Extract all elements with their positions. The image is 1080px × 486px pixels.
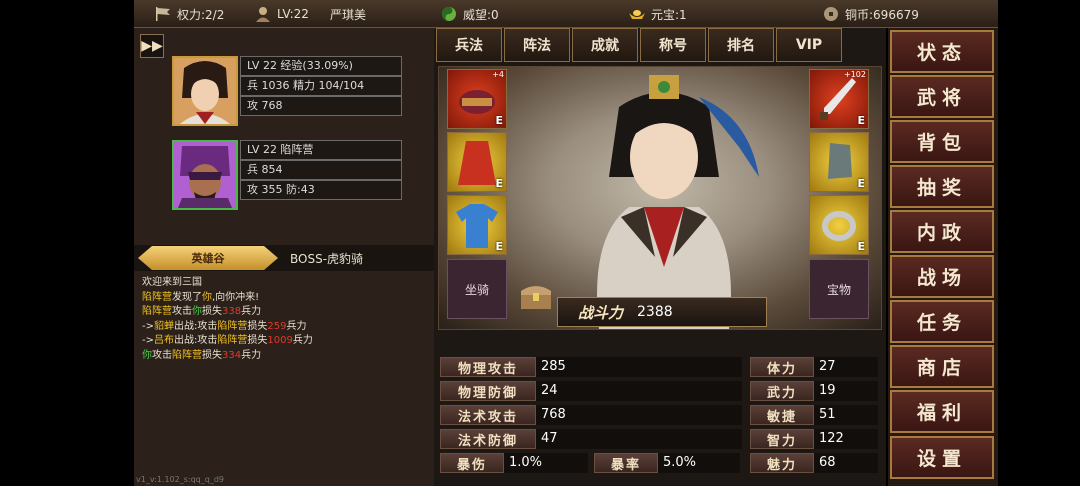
- mount-slot[interactable]: 坐骑: [447, 259, 507, 319]
- log-line: ->吕布出战:攻击陷阵营损失1009兵力: [142, 335, 313, 346]
- stat-force: 武力 19: [750, 380, 878, 402]
- stat-stamina: 体力 27: [750, 356, 878, 378]
- stat-agility: 敏捷 51: [750, 404, 878, 426]
- tab-vip[interactable]: VIP: [776, 28, 842, 62]
- power-text: 权力:2/2: [177, 7, 225, 22]
- log-line: 陷阵营发现了你,向你冲来!: [142, 291, 260, 303]
- enemy-level-name: LV 22 陷阵营: [240, 140, 402, 160]
- enemy-troops: 兵 854: [240, 160, 402, 180]
- enemy-card[interactable]: LV 22 陷阵营 兵 854 攻 355 防:43: [172, 140, 402, 210]
- combat-power: 战斗力 2388: [557, 297, 767, 327]
- gold-ingot-icon: [628, 5, 646, 23]
- gauntlet-slot[interactable]: E: [809, 132, 869, 192]
- treasure-chest-icon[interactable]: [519, 281, 553, 311]
- avatar-icon: [254, 5, 272, 23]
- log-line: ->貂蝉出战:攻击陷阵营损失259兵力: [142, 320, 307, 332]
- area-tab-bar: 英雄谷 BOSS-虎豹骑: [134, 245, 434, 271]
- center-panel: 兵法 阵法 成就 称号 排名 VIP +4 E E E 坐骑 +102 E E …: [434, 28, 886, 486]
- menu-lottery-button[interactable]: 抽奖: [890, 165, 994, 208]
- menu-welfare-button[interactable]: 福利: [890, 390, 994, 433]
- hero-stage: +4 E E E 坐骑 +102 E E E 宝物 战斗力 2388: [438, 66, 882, 330]
- main-menu: 状态 武将 背包 抽奖 内政 战场 任务 商店 福利 设置: [888, 28, 998, 486]
- tab-achievement[interactable]: 成就: [572, 28, 638, 62]
- fast-forward-button[interactable]: ▶▶: [140, 34, 164, 58]
- copper-text: 铜币:696679: [845, 7, 919, 22]
- hero-card-main[interactable]: LV 22 经验(33.09%) 兵 1036 精力 104/104 攻 768: [172, 56, 402, 126]
- helmet-slot[interactable]: +4 E: [447, 69, 507, 129]
- level-text: LV:22: [277, 7, 309, 21]
- menu-domestic-button[interactable]: 内政: [890, 210, 994, 253]
- hero-troops-energy: 兵 1036 精力 104/104: [240, 76, 402, 96]
- tab-boss[interactable]: BOSS-虎豹骑: [290, 250, 363, 267]
- tab-hero-valley[interactable]: 英雄谷: [138, 246, 278, 270]
- copper-stat: 铜币:696679: [822, 5, 919, 23]
- power-stat: 权力:2/2: [154, 5, 224, 23]
- coin-icon: [822, 5, 840, 23]
- armor-slot[interactable]: E: [447, 195, 507, 255]
- tab-formation[interactable]: 阵法: [504, 28, 570, 62]
- left-letterbox: [0, 0, 134, 486]
- flag-icon: [154, 5, 172, 23]
- stat-charm: 魅力 68: [750, 452, 878, 474]
- menu-status-button[interactable]: 状态: [890, 30, 994, 73]
- stat-mag-def: 法术防御 47: [440, 428, 742, 450]
- stat-mag-atk: 法术攻击 768: [440, 404, 742, 426]
- ingot-stat: 元宝:1: [628, 5, 687, 23]
- prestige-text: 威望:0: [463, 7, 499, 22]
- ingot-text: 元宝:1: [651, 7, 687, 22]
- hero-info: LV 22 经验(33.09%) 兵 1036 精力 104/104 攻 768: [240, 56, 402, 116]
- status-bar: 权力:2/2 LV:22 严琪美 威望:0 元宝:1 铜币:696679: [134, 0, 998, 28]
- tab-title[interactable]: 称号: [640, 28, 706, 62]
- player-name: 严琪美: [330, 7, 367, 22]
- log-line: 陷阵营攻击你损失338兵力: [142, 306, 262, 317]
- left-panel: ▶▶ LV 22 经验(33.09%) 兵 1036 精力 104/104 攻 …: [134, 28, 434, 486]
- battle-log: 欢迎来到三国 陷阵营发现了你,向你冲来! 陷阵营攻击你损失338兵力 ->貂蝉出…: [142, 276, 432, 363]
- stat-crit-dmg: 暴伤 1.0%: [440, 452, 588, 474]
- menu-settings-button[interactable]: 设置: [890, 436, 994, 479]
- cape-slot[interactable]: E: [447, 132, 507, 192]
- player-level: LV:22: [254, 5, 309, 23]
- menu-generals-button[interactable]: 武将: [890, 75, 994, 118]
- menu-shop-button[interactable]: 商店: [890, 345, 994, 388]
- log-line: 欢迎来到三国: [142, 277, 202, 288]
- menu-backpack-button[interactable]: 背包: [890, 120, 994, 163]
- enemy-attack-defense: 攻 355 防:43: [240, 180, 402, 200]
- prestige-stat: 威望:0: [440, 5, 499, 23]
- yin-yang-icon: [440, 5, 458, 23]
- hero-attack: 攻 768: [240, 96, 402, 116]
- stat-intellect: 智力 122: [750, 428, 878, 450]
- treasure-slot[interactable]: 宝物: [809, 259, 869, 319]
- enemy-info: LV 22 陷阵营 兵 854 攻 355 防:43: [240, 140, 402, 200]
- log-line: 你攻击陷阵营损失334兵力: [142, 349, 262, 361]
- version-text: v1_v:1.102_s:qq_q_d9: [136, 475, 224, 484]
- right-letterbox: [998, 0, 1080, 486]
- center-tab-bar: 兵法 阵法 成就 称号 排名 VIP: [434, 28, 886, 64]
- hero-level-exp: LV 22 经验(33.09%): [240, 56, 402, 76]
- menu-quests-button[interactable]: 任务: [890, 300, 994, 343]
- power-label: 战斗力: [578, 303, 624, 322]
- weapon-slot[interactable]: +102 E: [809, 69, 869, 129]
- power-value: 2388: [637, 304, 673, 320]
- hero-portrait[interactable]: [172, 56, 238, 126]
- menu-battlefield-button[interactable]: 战场: [890, 255, 994, 298]
- enemy-portrait[interactable]: [172, 140, 238, 210]
- stat-phys-atk: 物理攻击 285: [440, 356, 742, 378]
- stat-crit-rate: 暴率 5.0%: [594, 452, 740, 474]
- tab-art-of-war[interactable]: 兵法: [436, 28, 502, 62]
- stat-phys-def: 物理防御 24: [440, 380, 742, 402]
- tab-ranking[interactable]: 排名: [708, 28, 774, 62]
- ring-slot[interactable]: E: [809, 195, 869, 255]
- hero-illustration: [597, 75, 759, 329]
